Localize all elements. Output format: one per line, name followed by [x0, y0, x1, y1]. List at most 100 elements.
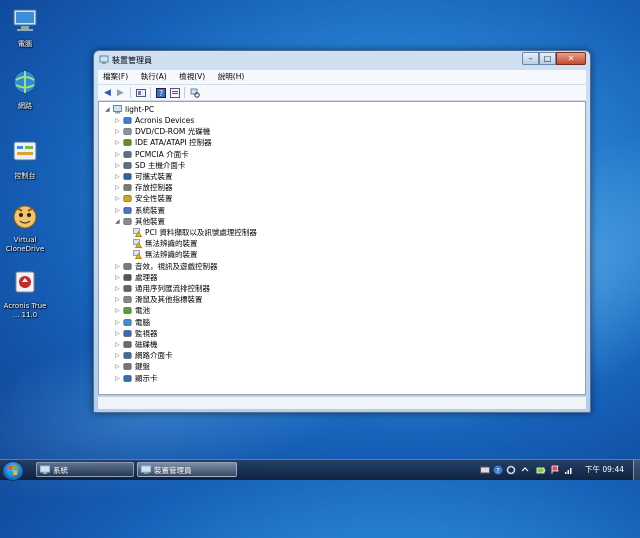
tree-item[interactable]: ▷ 安全性裝置: [115, 193, 173, 204]
taskbar-button-label: 系統: [53, 466, 68, 475]
tree-item[interactable]: ▷ 磁碟機: [115, 339, 158, 350]
expand-arrow-icon[interactable]: ▷: [115, 160, 123, 171]
tree-item[interactable]: ◢ 其他裝置: [115, 216, 165, 227]
expand-arrow-icon[interactable]: ▷: [115, 373, 123, 384]
usb-icon: [123, 285, 132, 292]
tree-subitem[interactable]: 無法辨識的裝置: [125, 238, 198, 249]
tree-item-label: DVD/CD-ROM 光碟機: [135, 127, 211, 137]
tree-item[interactable]: ▷ 電腦: [115, 317, 150, 328]
battery-tray-icon[interactable]: [536, 465, 546, 475]
tree-item[interactable]: ▷ Acronis Devices: [115, 115, 194, 126]
menu-view[interactable]: 檢視(V): [174, 70, 210, 84]
expand-arrow-icon[interactable]: ▷: [115, 126, 123, 137]
tree-item[interactable]: ▷ 系統裝置: [115, 205, 165, 216]
tree-subitem[interactable]: 無法辨識的裝置: [125, 249, 198, 260]
tree-item[interactable]: ▷ 存放控制器: [115, 182, 173, 193]
network-adapter-icon: [123, 352, 132, 359]
help-tray-icon[interactable]: ?: [493, 465, 503, 475]
desktop-icon-label: Virtual CloneDrive: [5, 236, 45, 253]
disk-drive-icon: [123, 341, 132, 348]
device-tree-pane[interactable]: ◢ light-PC ▷ Acronis Devices ▷ DVD/CD-ROM 光碟…: [98, 101, 586, 395]
desktop-icon-network[interactable]: 網路: [0, 68, 50, 111]
desktop-icon-virtual-clonedrive[interactable]: Virtual CloneDrive: [0, 202, 50, 254]
dvd-drive-icon: [123, 128, 132, 135]
tree-item[interactable]: ▷ 滑鼠及其他指標裝置: [115, 294, 203, 305]
desktop-icon-computer[interactable]: 電腦: [0, 6, 50, 49]
tree-item[interactable]: ▷ PCMCIA 介面卡: [115, 149, 189, 160]
tree-item[interactable]: ▷ IDE ATA/ATAPI 控制器: [115, 137, 212, 148]
close-button[interactable]: ✕: [556, 52, 586, 65]
menu-action[interactable]: 執行(A): [136, 70, 172, 84]
device-manager-window[interactable]: 裝置管理員 – □ ✕ 檔案(F) 執行(A) 檢視(V) 說明(H) ◀ ▶ …: [93, 50, 591, 413]
start-button[interactable]: [2, 461, 24, 481]
expand-arrow-icon[interactable]: ▷: [115, 261, 123, 272]
desktop-icon-acronis[interactable]: Acronis True ... 11.0: [0, 268, 50, 320]
show-desktop-button[interactable]: [633, 460, 640, 480]
taskbar: 系統 裝置管理員 ? 下午 09:44: [0, 459, 640, 481]
maximize-button[interactable]: □: [539, 52, 556, 65]
tree-item[interactable]: ▷ 監視器: [115, 328, 158, 339]
expand-arrow-icon[interactable]: ▷: [115, 137, 123, 148]
network-icon: [13, 70, 37, 94]
warning-device-icon: [133, 239, 142, 249]
expand-arrow-icon[interactable]: ▷: [115, 171, 123, 182]
menu-file[interactable]: 檔案(F): [98, 70, 133, 84]
desktop-icon-control-panel[interactable]: 控制台: [0, 138, 50, 181]
expand-arrow-icon[interactable]: ▷: [115, 339, 123, 350]
expand-arrow-icon[interactable]: ▷: [115, 294, 123, 305]
expand-arrow-icon[interactable]: ▷: [115, 205, 123, 216]
tree-item[interactable]: ▷ 音效，視訊及遊戲控制器: [115, 261, 218, 272]
back-arrow-icon[interactable]: ◀: [102, 87, 113, 98]
tree-item[interactable]: ▷ SD 主機介面卡: [115, 160, 185, 171]
expand-arrow-icon[interactable]: ▷: [115, 193, 123, 204]
tree-item[interactable]: ▷ 顯示卡: [115, 373, 158, 384]
tree-item[interactable]: ▷ 通用序列匯流排控制器: [115, 283, 210, 294]
taskbar-button-device-manager[interactable]: 裝置管理員: [137, 462, 237, 477]
expand-arrow-icon[interactable]: ▷: [115, 149, 123, 160]
forward-arrow-icon[interactable]: ▶: [115, 87, 126, 98]
device-icon: [123, 117, 132, 124]
tree-item[interactable]: ▷ 可攜式裝置: [115, 171, 173, 182]
expand-arrow-icon[interactable]: ▷: [115, 115, 123, 126]
expand-arrow-icon[interactable]: ▷: [115, 305, 123, 316]
tree-item[interactable]: ▷ DVD/CD-ROM 光碟機: [115, 126, 210, 137]
expand-arrow-icon[interactable]: ▷: [115, 283, 123, 294]
tree-item-label: PCI 資料擷取以及訊號處理控制器: [145, 228, 257, 237]
tree-item-label: 音效，視訊及遊戲控制器: [135, 261, 218, 271]
expand-arrow-icon[interactable]: ▷: [115, 317, 123, 328]
system-icon: [40, 465, 50, 474]
pcmcia-icon: [123, 150, 132, 158]
tree-root[interactable]: ◢ light-PC: [105, 104, 154, 115]
settings-tray-icon[interactable]: [506, 465, 516, 475]
control-panel-icon: [13, 141, 37, 161]
tree-item[interactable]: ▷ 鍵盤: [115, 361, 150, 372]
show-hidden-icons-icon[interactable]: [520, 465, 530, 475]
help-icon[interactable]: ?: [155, 87, 166, 98]
toolbar-separator: [150, 87, 151, 98]
expand-arrow-icon[interactable]: ▷: [115, 350, 123, 361]
scan-hardware-icon[interactable]: [189, 87, 200, 98]
tree-item-label: 可攜式裝置: [135, 172, 173, 181]
clock[interactable]: 下午 09:44: [585, 460, 624, 480]
network-tray-icon[interactable]: [564, 465, 574, 475]
tree-item[interactable]: ▷ 處理器: [115, 272, 158, 283]
expand-arrow-icon[interactable]: ▷: [115, 361, 123, 372]
expand-arrow-icon[interactable]: ▷: [115, 182, 123, 193]
minimize-button[interactable]: –: [522, 52, 539, 65]
expand-arrow-icon[interactable]: ▷: [115, 272, 123, 283]
tree-item[interactable]: ▷ 電池: [115, 305, 150, 316]
svg-text:?: ?: [159, 89, 163, 98]
taskbar-button-system[interactable]: 系統: [36, 462, 134, 477]
expand-arrow-icon[interactable]: ▷: [115, 328, 123, 339]
tree-subitem[interactable]: PCI 資料擷取以及訊號處理控制器: [125, 227, 257, 238]
tree-item[interactable]: ▷ 網路介面卡: [115, 350, 173, 361]
collapse-arrow-icon[interactable]: ◢: [115, 216, 123, 227]
properties-icon[interactable]: [169, 87, 180, 98]
show-hide-tree-icon[interactable]: [135, 87, 146, 98]
title-bar[interactable]: 裝置管理員 – □ ✕: [94, 51, 590, 69]
keyboard-language-icon[interactable]: [480, 465, 490, 475]
action-center-flag-icon[interactable]: [550, 465, 560, 475]
tree-item-label: IDE ATA/ATAPI 控制器: [135, 138, 212, 148]
collapse-arrow-icon[interactable]: ◢: [105, 104, 113, 115]
menu-help[interactable]: 說明(H): [213, 70, 250, 84]
